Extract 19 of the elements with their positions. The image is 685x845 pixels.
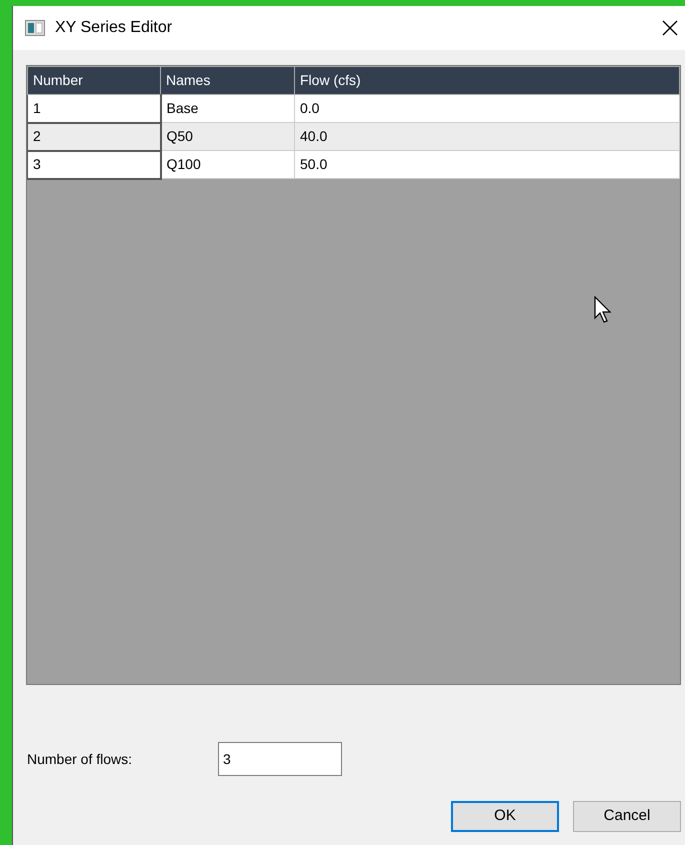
table-cell: Q50	[160, 122, 294, 150]
cancel-button[interactable]: Cancel	[573, 801, 681, 832]
row-header[interactable]: 2	[28, 122, 160, 150]
column-header[interactable]: Names	[160, 66, 294, 94]
table-cell: Base	[160, 94, 294, 122]
table-cell: 0.0	[294, 94, 680, 122]
row-header[interactable]: 1	[28, 94, 160, 122]
column-header[interactable]: Flow (cfs)	[294, 66, 680, 94]
input-field[interactable]: 3	[218, 742, 342, 776]
table-cell: 40.0	[294, 122, 680, 150]
field-label: Number of flows:	[27, 750, 134, 768]
row-header[interactable]: 3	[28, 150, 160, 178]
table-cell: Q100	[160, 150, 294, 178]
table-cell: 50.0	[294, 150, 680, 178]
ok-button[interactable]: OK	[451, 801, 559, 832]
mouse-pointer-icon	[594, 296, 614, 324]
column-header[interactable]: Number	[28, 66, 160, 94]
window-icon	[25, 20, 45, 36]
window-title: XY Series Editor	[55, 18, 174, 38]
